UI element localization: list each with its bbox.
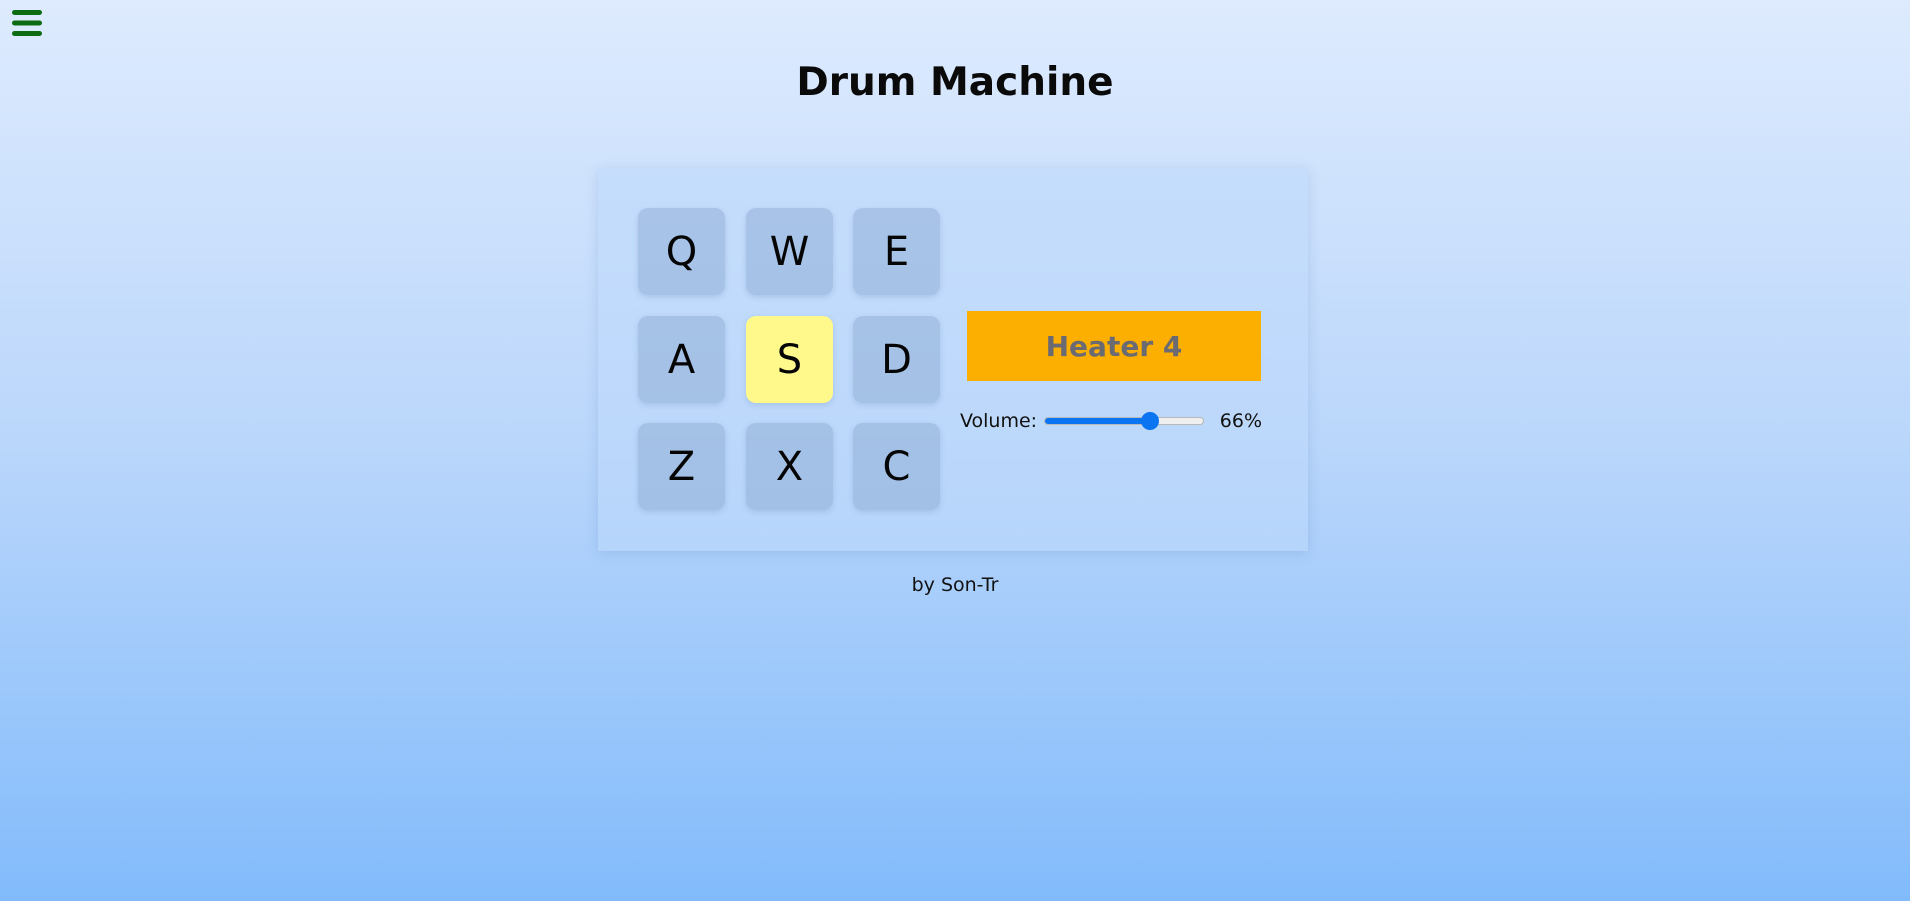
volume-value: 66% [1219,410,1262,432]
volume-slider[interactable] [1044,406,1204,436]
drum-pad-w[interactable]: W [746,208,833,295]
drum-pad-z[interactable]: Z [638,423,725,510]
drum-pad-q[interactable]: Q [638,208,725,295]
volume-slider-track [1044,417,1204,425]
drum-pad-a[interactable]: A [638,316,725,403]
page-title: Drum Machine [796,60,1114,105]
volume-label: Volume: [960,410,1038,432]
drum-pad-c[interactable]: C [853,423,940,510]
drum-pad-d[interactable]: D [853,316,940,403]
menu-button[interactable] [10,8,44,38]
volume-control: Volume: 66% [960,406,1262,436]
drum-machine: Q W E A S D Z X C Heater 4 Volume: 66% [598,168,1308,551]
volume-slider-thumb[interactable] [1140,412,1159,430]
drum-pad-grid: Q W E A S D Z X C [638,208,940,510]
drum-pad-s[interactable]: S [746,316,833,403]
author-credit: by Son-Tr [911,574,999,596]
sound-display: Heater 4 [967,311,1261,381]
drum-pad-x[interactable]: X [746,423,833,510]
hamburger-menu-icon [12,10,42,36]
volume-slider-fill [1045,418,1150,424]
drum-pad-e[interactable]: E [853,208,940,295]
